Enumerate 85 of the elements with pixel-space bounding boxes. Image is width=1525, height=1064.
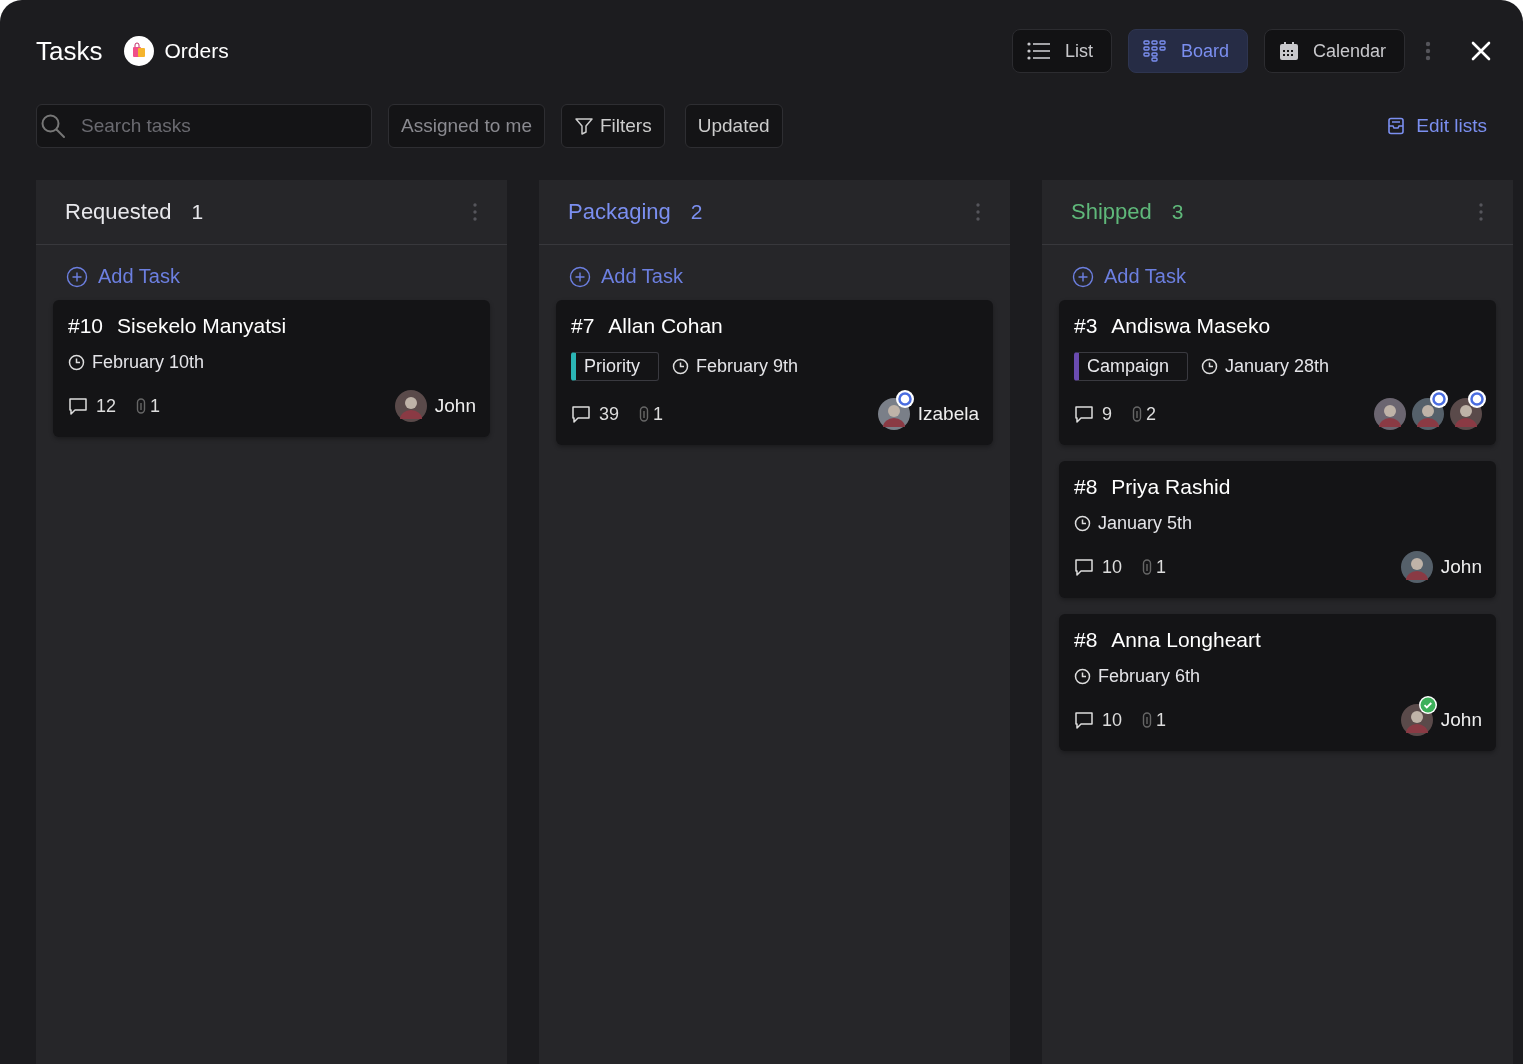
due-date: February 10th bbox=[92, 352, 205, 373]
edit-lists-link[interactable]: Edit lists bbox=[1387, 115, 1487, 137]
comment-count: 12 bbox=[96, 395, 117, 417]
task-title: Andiswa Maseko bbox=[1111, 314, 1271, 338]
column-count: 3 bbox=[1171, 200, 1184, 224]
paperclip-icon bbox=[639, 406, 650, 422]
clock-icon bbox=[1201, 358, 1219, 375]
task-title: Sisekelo Manyatsi bbox=[117, 314, 287, 338]
task-number: #10 bbox=[68, 314, 104, 338]
task-card[interactable]: #7 Allan Cohan Priority February 9th 39 1 Izabela bbox=[556, 300, 993, 445]
comment-count: 10 bbox=[1102, 709, 1123, 731]
add-task-button[interactable]: Add Task bbox=[1059, 265, 1496, 288]
add-task-button[interactable]: Add Task bbox=[53, 265, 490, 288]
list-icon bbox=[1026, 42, 1051, 60]
column-count: 1 bbox=[191, 200, 204, 224]
due-date: February 9th bbox=[696, 356, 799, 377]
attachment-count: 1 bbox=[653, 403, 664, 425]
view-tab[interactable]: Calendar bbox=[1263, 29, 1405, 73]
task-card[interactable]: #8 Anna Longheart February 6th 10 1 John bbox=[1059, 614, 1496, 751]
search-icon bbox=[40, 113, 66, 139]
comment-icon bbox=[68, 397, 88, 415]
filter-button[interactable]: Updated bbox=[684, 104, 783, 148]
task-title: Priya Rashid bbox=[1111, 475, 1231, 499]
assignee-name: John bbox=[434, 395, 476, 417]
clock-icon bbox=[672, 358, 689, 375]
more-icon[interactable] bbox=[1479, 203, 1483, 221]
attachment-count: 1 bbox=[1156, 556, 1167, 578]
filter-button[interactable]: Assigned to me bbox=[388, 104, 545, 148]
task-card[interactable]: #10 Sisekelo Manyatsi February 10th 12 1 John bbox=[53, 300, 490, 437]
column-title: Packaging bbox=[568, 199, 671, 225]
column-count: 2 bbox=[690, 200, 703, 224]
comment-icon bbox=[1074, 711, 1094, 729]
task-number: #3 bbox=[1074, 314, 1098, 338]
attachment-count: 1 bbox=[1156, 709, 1167, 731]
comment-count: 10 bbox=[1102, 556, 1123, 578]
plus-circle-icon bbox=[1072, 265, 1094, 288]
close-icon[interactable] bbox=[1471, 41, 1491, 61]
search-field[interactable]: Search tasks bbox=[36, 104, 372, 148]
paperclip-icon bbox=[1132, 406, 1142, 422]
shopping-bag-icon bbox=[124, 36, 155, 66]
task-card[interactable]: #3 Andiswa Maseko Campaign January 28th 9 2 bbox=[1059, 300, 1496, 445]
task-title: Anna Longheart bbox=[1111, 628, 1261, 652]
project-name: Orders bbox=[164, 39, 229, 63]
task-card[interactable]: #8 Priya Rashid January 5th 10 1 John bbox=[1059, 461, 1496, 598]
task-number: #7 bbox=[571, 314, 595, 338]
clock-icon bbox=[1074, 668, 1091, 685]
clock-icon bbox=[1074, 515, 1091, 532]
inbox-icon bbox=[1387, 117, 1406, 135]
task-number: #8 bbox=[1074, 475, 1098, 499]
comment-icon bbox=[571, 405, 591, 423]
task-number: #8 bbox=[1074, 628, 1098, 652]
tag: Campaign bbox=[1074, 352, 1189, 381]
comment-count: 39 bbox=[599, 403, 620, 425]
plus-circle-icon bbox=[66, 265, 88, 288]
view-tab[interactable]: List bbox=[1011, 29, 1112, 73]
due-date: January 5th bbox=[1098, 513, 1193, 534]
due-date: January 28th bbox=[1225, 356, 1330, 377]
paperclip-icon bbox=[1142, 559, 1153, 575]
add-task-button[interactable]: Add Task bbox=[556, 265, 993, 288]
column-title: Requested bbox=[65, 199, 172, 225]
paperclip-icon bbox=[1142, 712, 1153, 728]
calendar-icon bbox=[1278, 41, 1299, 61]
board-icon bbox=[1142, 40, 1167, 62]
comment-icon bbox=[1074, 558, 1094, 576]
column-title: Shipped bbox=[1071, 199, 1152, 225]
more-icon[interactable] bbox=[1425, 41, 1431, 61]
comment-icon bbox=[1074, 405, 1094, 423]
assignee-name: John bbox=[1440, 709, 1482, 731]
more-icon[interactable] bbox=[976, 203, 980, 221]
view-tab[interactable]: Board bbox=[1127, 29, 1248, 73]
more-icon[interactable] bbox=[473, 203, 477, 221]
clock-icon bbox=[68, 354, 85, 371]
task-title: Allan Cohan bbox=[608, 314, 723, 338]
filter-icon bbox=[573, 116, 594, 136]
assignee-name: Izabela bbox=[917, 403, 979, 425]
attachment-count: 2 bbox=[1146, 403, 1157, 425]
due-date: February 6th bbox=[1098, 666, 1201, 687]
filter-button[interactable]: Filters bbox=[560, 104, 665, 148]
page-title: Tasks bbox=[36, 35, 103, 67]
attachment-count: 1 bbox=[150, 395, 161, 417]
assignee-name: John bbox=[1440, 556, 1482, 578]
tag: Priority bbox=[571, 352, 659, 381]
comment-count: 9 bbox=[1102, 403, 1112, 425]
paperclip-icon bbox=[136, 398, 147, 414]
plus-circle-icon bbox=[569, 265, 591, 288]
